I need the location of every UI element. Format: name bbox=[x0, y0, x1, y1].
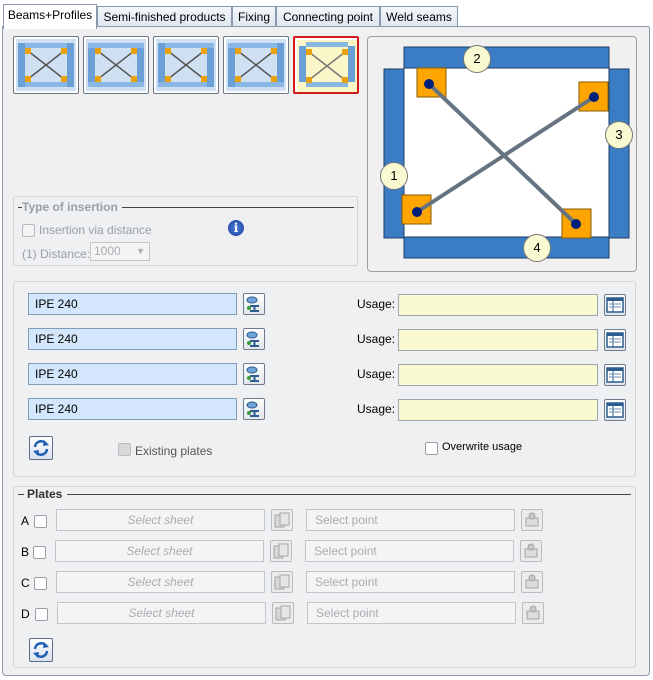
distance-label: (1) Distance: bbox=[22, 247, 91, 261]
usage-catalog-button-1[interactable] bbox=[604, 294, 626, 316]
plate-a-sheet-button[interactable] bbox=[271, 509, 293, 531]
variant-thumbnail-3[interactable] bbox=[153, 36, 219, 94]
variant-thumbnail-4[interactable] bbox=[223, 36, 289, 94]
preview-badge-3: 3 bbox=[605, 121, 633, 149]
existing-plates-label: Existing plates bbox=[135, 444, 213, 458]
variant-thumbnail-5-selected[interactable] bbox=[293, 36, 359, 94]
tab-connecting-point[interactable]: Connecting point bbox=[276, 6, 380, 28]
usage-field-4[interactable] bbox=[398, 399, 598, 421]
distance-value: 1000 bbox=[94, 244, 121, 258]
preview-badge-2: 2 bbox=[463, 45, 491, 73]
plate-d-sheet-field[interactable]: Select sheet bbox=[57, 602, 266, 624]
catalog-table-icon bbox=[606, 332, 624, 348]
plate-letter-d: D bbox=[21, 607, 30, 621]
overwrite-usage-checkbox[interactable] bbox=[425, 442, 438, 455]
plate-d-checkbox[interactable] bbox=[35, 608, 48, 621]
plate-c-sheet-field[interactable]: Select sheet bbox=[56, 571, 265, 593]
plate-letter-b: B bbox=[21, 545, 30, 559]
tab-semi-finished-products[interactable]: Semi-finished products bbox=[97, 6, 232, 28]
plate-a-checkbox[interactable] bbox=[34, 515, 47, 528]
usage-field-2[interactable] bbox=[398, 329, 598, 351]
plate-c-point-button[interactable] bbox=[521, 571, 543, 593]
plate-d-sheet-button[interactable] bbox=[272, 602, 294, 624]
profile-catalog-icon bbox=[246, 296, 259, 312]
select-profile-button-2[interactable] bbox=[243, 328, 265, 350]
refresh-beams-button[interactable] bbox=[29, 436, 53, 460]
existing-plates-checkbox[interactable] bbox=[118, 443, 131, 456]
profile-field-4[interactable]: IPE 240 bbox=[28, 398, 237, 420]
variant-thumbnail-2[interactable] bbox=[83, 36, 149, 94]
tab-weld-seams[interactable]: Weld seams bbox=[380, 6, 458, 28]
usage-catalog-button-4[interactable] bbox=[604, 399, 626, 421]
profile-field-2[interactable]: IPE 240 bbox=[28, 328, 237, 350]
catalog-table-icon bbox=[606, 367, 624, 383]
tab-fixing[interactable]: Fixing bbox=[232, 6, 276, 28]
profile-field-3[interactable]: IPE 240 bbox=[28, 363, 237, 385]
plate-d-point-field[interactable]: Select point bbox=[307, 602, 516, 624]
usage-label-4: Usage: bbox=[357, 402, 396, 416]
sheet-select-icon bbox=[274, 512, 290, 528]
plate-c-checkbox[interactable] bbox=[34, 577, 47, 590]
preview-badge-1: 1 bbox=[380, 162, 408, 190]
plate-a-point-button[interactable] bbox=[521, 509, 543, 531]
catalog-table-icon bbox=[606, 402, 624, 418]
refresh-icon bbox=[33, 440, 49, 456]
select-profile-button-3[interactable] bbox=[243, 363, 265, 385]
plate-b-sheet-button[interactable] bbox=[270, 540, 292, 562]
profile-catalog-icon bbox=[246, 366, 259, 382]
sheet-select-icon bbox=[275, 605, 291, 621]
catalog-table-icon bbox=[606, 297, 624, 313]
plates-title: Plates bbox=[24, 487, 68, 501]
plate-letter-c: C bbox=[21, 576, 30, 590]
insertion-title: Type of insertion bbox=[22, 200, 122, 214]
insertion-via-distance-checkbox[interactable] bbox=[22, 224, 35, 237]
insertion-via-distance-label: Insertion via distance bbox=[39, 223, 152, 237]
plate-b-point-button[interactable] bbox=[520, 540, 542, 562]
plate-b-point-field[interactable]: Select point bbox=[305, 540, 514, 562]
usage-catalog-button-3[interactable] bbox=[604, 364, 626, 386]
refresh-plates-button[interactable] bbox=[29, 638, 53, 662]
point-select-icon bbox=[525, 574, 539, 589]
usage-catalog-button-2[interactable] bbox=[604, 329, 626, 351]
chevron-down-icon: ▼ bbox=[136, 246, 145, 256]
plate-d-point-button[interactable] bbox=[522, 602, 544, 624]
point-select-icon bbox=[526, 605, 540, 620]
variant-thumbnail-1[interactable] bbox=[13, 36, 79, 94]
usage-label-1: Usage: bbox=[357, 297, 396, 311]
connection-preview: 1 2 3 4 bbox=[367, 36, 637, 272]
point-select-icon bbox=[524, 543, 538, 558]
usage-field-3[interactable] bbox=[398, 364, 598, 386]
refresh-icon bbox=[33, 642, 49, 658]
sheet-select-icon bbox=[274, 574, 290, 590]
profile-catalog-icon bbox=[246, 331, 259, 347]
plate-b-checkbox[interactable] bbox=[33, 546, 46, 559]
preview-badge-4: 4 bbox=[523, 234, 551, 262]
overwrite-usage-label: Overwrite usage bbox=[442, 441, 523, 453]
plate-c-point-field[interactable]: Select point bbox=[306, 571, 515, 593]
sheet-select-icon bbox=[273, 543, 289, 559]
plates-divider bbox=[18, 494, 631, 495]
usage-label-2: Usage: bbox=[357, 332, 396, 346]
plate-b-sheet-field[interactable]: Select sheet bbox=[55, 540, 264, 562]
plate-c-sheet-button[interactable] bbox=[271, 571, 293, 593]
usage-label-3: Usage: bbox=[357, 367, 396, 381]
connection-preview-diagram bbox=[383, 46, 630, 259]
plate-letter-a: A bbox=[21, 514, 30, 528]
select-profile-button-4[interactable] bbox=[243, 398, 265, 420]
distance-dropdown[interactable]: 1000 ▼ bbox=[90, 242, 150, 261]
select-profile-button-1[interactable] bbox=[243, 293, 265, 315]
profile-catalog-icon bbox=[246, 401, 259, 417]
plate-a-sheet-field[interactable]: Select sheet bbox=[56, 509, 265, 531]
point-select-icon bbox=[525, 512, 539, 527]
plate-a-point-field[interactable]: Select point bbox=[306, 509, 515, 531]
profile-field-1[interactable]: IPE 240 bbox=[28, 293, 237, 315]
usage-field-1[interactable] bbox=[398, 294, 598, 316]
info-icon[interactable]: i bbox=[228, 220, 244, 236]
tab-beams-profiles[interactable]: Beams+Profiles bbox=[3, 4, 97, 29]
